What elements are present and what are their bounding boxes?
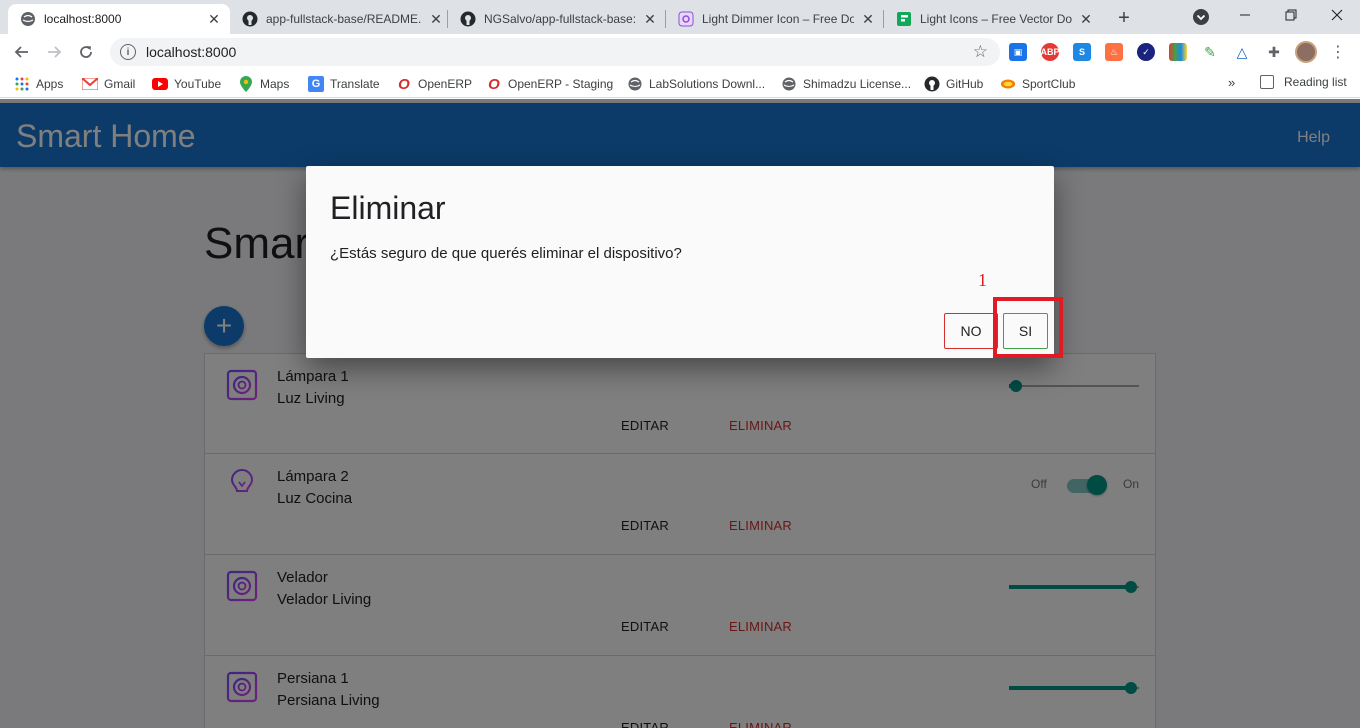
- translate-icon: G: [308, 76, 324, 92]
- bookmark-labsolutions[interactable]: LabSolutions Downl...: [627, 75, 765, 93]
- globe-icon: [20, 11, 36, 27]
- bookmark-sportclub[interactable]: SportClub: [1000, 75, 1075, 93]
- github-icon: [460, 11, 476, 27]
- page-viewport: Smart Home Help Smart Home + Lámpara 1 L…: [0, 99, 1360, 728]
- profile-avatar[interactable]: [1295, 41, 1317, 63]
- tab-title: NGSalvo/app-fullstack-base:: [484, 12, 636, 26]
- github-icon: [924, 76, 940, 92]
- globe-icon: [781, 76, 797, 92]
- chrome-menu-icon[interactable]: ⋮: [1330, 42, 1346, 62]
- extension-pen-icon[interactable]: ✎: [1201, 43, 1219, 61]
- tab-title: app-fullstack-base/README.m: [266, 12, 422, 26]
- tab-dimmer-icon[interactable]: Light Dimmer Icon – Free Do ✕: [666, 4, 884, 34]
- annotation-highlight-box: [993, 297, 1063, 358]
- close-tab-icon[interactable]: ✕: [860, 11, 876, 27]
- bookmark-label: GitHub: [946, 77, 984, 91]
- globe-icon: [627, 76, 643, 92]
- bookmark-label: LabSolutions Downl...: [649, 77, 766, 91]
- bookmark-label: YouTube: [174, 77, 222, 91]
- bookmark-gmail[interactable]: Gmail: [82, 75, 135, 93]
- bookmark-openerp[interactable]: O OpenERP: [396, 75, 472, 93]
- delete-confirm-dialog: Eliminar ¿Estás seguro de que querés eli…: [306, 166, 1054, 358]
- skype-extension-icon[interactable]: S: [1073, 43, 1091, 61]
- tab-title: Light Icons – Free Vector Dov: [920, 12, 1072, 26]
- adblock-icon[interactable]: ABP: [1041, 43, 1060, 61]
- tab-readme[interactable]: app-fullstack-base/README.m ✕: [230, 4, 452, 34]
- bookmark-openerp-staging[interactable]: O OpenERP - Staging: [486, 75, 613, 93]
- youtube-icon: [152, 76, 168, 92]
- bookmark-shimadzu[interactable]: Shimadzu License...: [781, 75, 911, 93]
- bookmarks-bar: Apps Gmail YouTube Maps G Translate O Op…: [0, 70, 1360, 98]
- extensions-puzzle-icon[interactable]: ✚: [1265, 43, 1283, 61]
- close-tab-icon[interactable]: ✕: [428, 11, 444, 27]
- bookmark-label: Apps: [36, 77, 64, 91]
- bookmark-label: Translate: [330, 77, 380, 91]
- extension-triangle-icon[interactable]: △: [1233, 43, 1251, 61]
- bookmark-label: Shimadzu License...: [803, 77, 912, 91]
- github-icon: [242, 11, 258, 27]
- maps-icon: [238, 76, 254, 92]
- close-tab-icon[interactable]: ✕: [1078, 11, 1094, 27]
- reading-list-label: Reading list: [1284, 75, 1347, 89]
- bookmark-maps[interactable]: Maps: [238, 75, 289, 93]
- restore-icon[interactable]: [1268, 0, 1314, 30]
- close-tab-icon[interactable]: ✕: [206, 11, 222, 27]
- browser-toolbar: i localhost:8000 ☆ ▣ ABP S ♨ ✓ ✎ △ ✚ ⋮: [0, 34, 1360, 70]
- bookmark-star-icon[interactable]: ☆: [973, 42, 988, 62]
- extension-flame-icon[interactable]: ♨: [1105, 43, 1123, 61]
- bookmark-label: OpenERP: [418, 77, 473, 91]
- reading-list-icon: [1260, 75, 1274, 89]
- address-url: localhost:8000: [146, 44, 237, 60]
- cancel-button[interactable]: NO: [944, 313, 998, 349]
- apps-grid-icon: [14, 76, 30, 92]
- dialog-message: ¿Estás seguro de que querés eliminar el …: [330, 245, 682, 262]
- tab-light-icons[interactable]: Light Icons – Free Vector Dov ✕: [884, 4, 1102, 34]
- tab-title: Light Dimmer Icon – Free Do: [702, 12, 854, 26]
- reading-list-button[interactable]: Reading list: [1260, 75, 1347, 89]
- tab-localhost[interactable]: localhost:8000 ✕: [8, 4, 230, 34]
- tab-title: localhost:8000: [44, 12, 122, 26]
- annotation-step-number: 1: [978, 270, 987, 290]
- extension-cast-icon[interactable]: ▣: [1009, 43, 1027, 61]
- minimize-icon[interactable]: [1222, 0, 1268, 30]
- opera-icon: O: [398, 75, 410, 93]
- browser-tab-strip: localhost:8000 ✕ app-fullstack-base/READ…: [0, 0, 1360, 34]
- flaticon-icon: [896, 11, 912, 27]
- reload-icon[interactable]: [73, 39, 99, 65]
- close-tab-icon[interactable]: ✕: [642, 11, 658, 27]
- close-window-icon[interactable]: [1314, 0, 1360, 30]
- bookmarks-overflow-button[interactable]: »: [1228, 75, 1235, 90]
- dialog-title: Eliminar: [330, 190, 446, 226]
- back-icon[interactable]: [9, 39, 35, 65]
- bookmark-label: OpenERP - Staging: [508, 77, 614, 91]
- site-info-icon[interactable]: i: [120, 44, 136, 60]
- bookmark-label: SportClub: [1022, 77, 1076, 91]
- gmail-icon: [82, 76, 98, 92]
- sportclub-icon: [1000, 76, 1016, 92]
- address-bar[interactable]: i localhost:8000 ☆: [110, 38, 1000, 66]
- new-tab-button[interactable]: +: [1112, 6, 1136, 30]
- tab-repo[interactable]: NGSalvo/app-fullstack-base: ✕: [448, 4, 666, 34]
- iconscout-icon: [678, 11, 694, 27]
- bookmark-youtube[interactable]: YouTube: [152, 75, 221, 93]
- bookmark-label: Maps: [260, 77, 290, 91]
- bookmark-apps[interactable]: Apps: [14, 75, 63, 93]
- extension-colors-icon[interactable]: [1169, 43, 1187, 61]
- bookmark-translate[interactable]: G Translate: [308, 75, 380, 93]
- opera-icon: O: [488, 75, 500, 93]
- tab-search-icon[interactable]: [1190, 8, 1212, 26]
- bookmark-label: Gmail: [104, 77, 136, 91]
- extension-check-icon[interactable]: ✓: [1137, 43, 1155, 61]
- forward-icon[interactable]: [41, 39, 67, 65]
- bookmark-github[interactable]: GitHub: [924, 75, 983, 93]
